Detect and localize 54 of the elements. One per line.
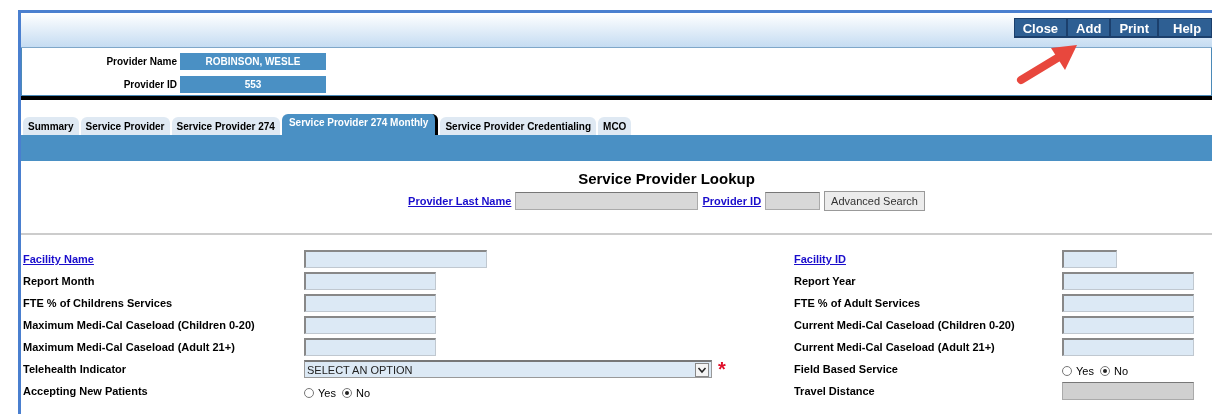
select-dropdown[interactable]: SELECT AN OPTION [304, 360, 712, 378]
input-field[interactable] [304, 250, 487, 268]
tab[interactable]: MCO [598, 117, 632, 135]
field-label: Maximum Medi-Cal Caseload (Adult 21+) [23, 341, 236, 353]
toolbar-button[interactable]: Close [1013, 18, 1068, 38]
input-field[interactable] [1062, 316, 1194, 334]
required-mark: * [718, 362, 726, 376]
toolbar-button[interactable]: Add [1067, 18, 1111, 38]
radio-label: Yes [318, 387, 336, 399]
radio-button[interactable] [304, 388, 314, 398]
radio-button[interactable] [341, 388, 352, 398]
provider-last-name-link[interactable]: Provider Last Name [408, 195, 512, 207]
dropdown-caret-icon [695, 362, 709, 377]
field-label: Current Medi-Cal Caseload (Adult 21+) [794, 341, 996, 353]
field-label: Report Month [23, 275, 96, 287]
last-name-field[interactable] [515, 192, 699, 210]
input-field[interactable] [1062, 338, 1194, 356]
radio-label: No [355, 387, 370, 399]
input-field[interactable] [304, 338, 436, 356]
tab[interactable]: Service Provider Credentialing [440, 117, 597, 135]
radio-label: No [1113, 365, 1128, 377]
field-value: ROBINSON, WESLE [180, 53, 326, 70]
input-field[interactable] [304, 272, 436, 290]
field-label-link[interactable]: Facility ID [794, 253, 1062, 265]
input-field[interactable] [304, 316, 436, 334]
toolbar-button[interactable]: Help [1158, 18, 1212, 38]
field-label: Provider ID [122, 79, 178, 90]
input-field[interactable] [1062, 272, 1194, 290]
toolbar-button[interactable]: Print [1110, 18, 1158, 38]
input-field[interactable] [1062, 250, 1117, 268]
tab[interactable]: Service Provider [80, 117, 170, 135]
input-field[interactable] [1062, 294, 1194, 312]
field-label: Report Year [794, 275, 857, 287]
field-label: Travel Distance [794, 385, 876, 397]
field-value: 553 [180, 76, 326, 93]
field-label: Provider Name [105, 56, 178, 67]
provider-id-link[interactable]: Provider ID [702, 195, 762, 207]
field-label: Maximum Medi-Cal Caseload (Children 0-20) [23, 319, 256, 331]
radio-button[interactable] [1099, 366, 1110, 376]
advanced-search-button[interactable]: Advanced Search [824, 191, 925, 211]
field-label: Field Based Service [794, 363, 899, 375]
field-label: FTE % of Childrens Services [23, 297, 174, 309]
field-label-link[interactable]: Facility Name [23, 253, 304, 265]
field-label: Accepting New Patients [23, 385, 149, 397]
field-label: Current Medi-Cal Caseload (Children 0-20) [794, 319, 1016, 331]
tab[interactable]: Service Provider 274 [171, 117, 280, 135]
radio-button[interactable] [1062, 366, 1072, 376]
field-label: Telehealth Indicator [23, 363, 128, 375]
field-label: FTE % of Adult Services [794, 297, 922, 309]
lookup-title: Service Provider Lookup [578, 170, 755, 187]
input-field[interactable] [304, 294, 436, 312]
radio-label: Yes [1076, 365, 1094, 377]
provider-id-field[interactable] [765, 192, 821, 210]
tab[interactable]: Summary [23, 117, 79, 135]
